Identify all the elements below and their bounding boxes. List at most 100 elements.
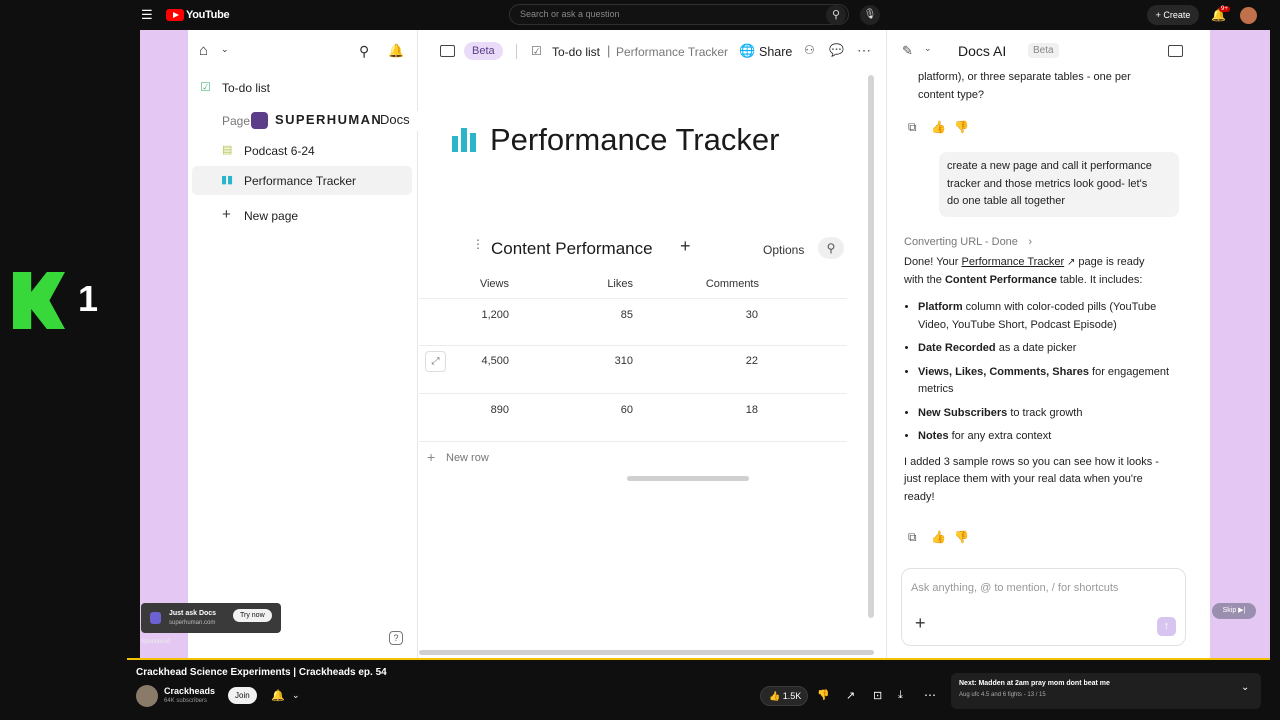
new-row-label: New row bbox=[446, 452, 489, 464]
download-icon[interactable]: ⤓ bbox=[898, 689, 903, 702]
table-row[interactable]: ⤢ 4,500 310 22 bbox=[419, 346, 847, 394]
thumbs-down-icon[interactable]: 👎 bbox=[954, 530, 969, 544]
add-attachment-icon[interactable]: + bbox=[915, 613, 926, 634]
comment-icon[interactable]: 💬 bbox=[829, 43, 844, 57]
skip-ad-button[interactable]: Skip ▶| bbox=[1212, 603, 1256, 619]
column-header-likes[interactable]: Likes bbox=[573, 278, 633, 290]
expand-row-icon[interactable]: ⤢ bbox=[425, 351, 446, 372]
share-icon[interactable]: ↗ bbox=[846, 689, 855, 702]
thumbs-down-icon[interactable]: 👎 bbox=[954, 120, 969, 134]
column-header-views[interactable]: Views bbox=[449, 278, 509, 290]
up-next-card[interactable]: Next: Madden at 2am pray mom dont beat m… bbox=[951, 673, 1261, 709]
bottom-scrollbar[interactable] bbox=[419, 650, 874, 655]
create-button[interactable]: + Create bbox=[1147, 5, 1199, 25]
checklist-icon: ☑ bbox=[531, 44, 542, 58]
chevron-down-icon[interactable]: ⌄ bbox=[1241, 682, 1249, 693]
drag-handle-icon[interactable]: ⋮ bbox=[472, 237, 484, 251]
cell-comments[interactable]: 18 bbox=[698, 404, 758, 416]
up-next-title: Next: Madden at 2am pray mom dont beat m… bbox=[959, 680, 1110, 687]
ad-card[interactable]: Just ask Docs superhuman.com Try now bbox=[141, 603, 281, 633]
dislike-icon[interactable]: 👎 bbox=[817, 690, 829, 701]
thumbs-up-icon[interactable]: 👍 bbox=[931, 120, 946, 134]
chat-input[interactable]: Ask anything, @ to mention, / for shortc… bbox=[901, 568, 1186, 646]
microphone-icon[interactable]: 🎙 bbox=[860, 5, 880, 25]
status-row[interactable]: Converting URL - Done › bbox=[904, 232, 1032, 250]
video-info-bar: Crackhead Science Experiments | Crackhea… bbox=[0, 658, 1280, 720]
menu-icon[interactable]: ☰ bbox=[141, 8, 153, 21]
vertical-scrollbar[interactable] bbox=[868, 75, 874, 618]
panel-toggle-icon[interactable] bbox=[1168, 45, 1183, 57]
breadcrumb-current[interactable]: Performance Tracker bbox=[616, 45, 728, 59]
beta-badge: Beta bbox=[464, 42, 503, 60]
table-row[interactable]: 890 60 18 bbox=[419, 394, 847, 442]
list-item: Platform column with color-coded pills (… bbox=[918, 299, 1189, 334]
ad-cta-button[interactable]: Try now bbox=[233, 609, 272, 622]
join-button[interactable]: Join bbox=[228, 687, 257, 704]
table-search-icon[interactable]: ⚲ bbox=[818, 237, 844, 259]
cell-likes[interactable]: 310 bbox=[573, 355, 633, 367]
bell-icon[interactable]: 🔔 bbox=[388, 43, 404, 59]
page-title-icon bbox=[452, 128, 478, 152]
new-chat-icon[interactable]: ✎ bbox=[902, 43, 913, 59]
cell-views[interactable]: 4,500 bbox=[449, 355, 509, 367]
ad-title: Just ask Docs bbox=[169, 610, 217, 617]
like-button[interactable]: 👍 1.5K bbox=[760, 686, 808, 706]
cell-comments[interactable]: 22 bbox=[698, 355, 758, 367]
page-link[interactable]: Performance Tracker bbox=[962, 256, 1065, 268]
column-header-comments[interactable]: Comments bbox=[698, 278, 759, 290]
bell-icon[interactable]: 🔔 bbox=[271, 689, 285, 702]
channel-name[interactable]: Crackheads bbox=[164, 686, 215, 696]
table-title[interactable]: Content Performance bbox=[491, 239, 653, 259]
copy-icon[interactable]: ⧉ bbox=[908, 120, 917, 135]
chat-input-placeholder: Ask anything, @ to mention, / for shortc… bbox=[911, 582, 1119, 594]
more-icon[interactable]: ⋯ bbox=[857, 42, 871, 59]
chevron-down-icon[interactable]: ⌄ bbox=[924, 43, 932, 54]
options-button[interactable]: Options bbox=[763, 243, 804, 257]
new-row-button[interactable]: + New row bbox=[427, 449, 547, 468]
cell-views[interactable]: 1,200 bbox=[449, 309, 509, 321]
home-icon[interactable]: ⌂ bbox=[199, 42, 208, 59]
sidebar-item-todo[interactable]: ☑ To-do list bbox=[200, 79, 410, 99]
notification-badge: 9+ bbox=[1219, 6, 1230, 12]
table-row[interactable]: 1,200 85 30 bbox=[419, 299, 847, 346]
breadcrumb-todo[interactable]: To-do list bbox=[552, 45, 600, 59]
video-title: Crackhead Science Experiments | Crackhea… bbox=[136, 667, 387, 678]
chevron-down-icon[interactable]: ⌄ bbox=[221, 44, 229, 55]
help-icon[interactable]: ? bbox=[389, 631, 403, 645]
docs-app-window: ⌂ ⌄ ⚲ 🔔 ☑ To-do list Page SUPERHUMAN Doc… bbox=[188, 30, 1210, 658]
new-page-label: New page bbox=[244, 209, 299, 223]
search-icon[interactable]: ⚲ bbox=[826, 5, 846, 25]
sidebar-item-performance[interactable]: ▮▮ Performance Tracker bbox=[192, 166, 412, 195]
share-button[interactable]: Share bbox=[759, 45, 792, 59]
thumbs-up-icon[interactable]: 👍 bbox=[931, 530, 946, 544]
checklist-icon: ☑ bbox=[200, 80, 211, 94]
send-icon[interactable]: ↑ bbox=[1157, 617, 1176, 636]
page-title[interactable]: Performance Tracker bbox=[490, 122, 779, 158]
more-icon[interactable]: ⋯ bbox=[924, 688, 936, 702]
integrations-icon[interactable]: ⚇ bbox=[804, 43, 815, 57]
horizontal-scrollbar[interactable] bbox=[627, 476, 749, 481]
list-item: Views, Likes, Comments, Shares for engag… bbox=[918, 364, 1189, 399]
cell-likes[interactable]: 60 bbox=[573, 404, 633, 416]
cell-comments[interactable]: 30 bbox=[698, 309, 758, 321]
status-text: Converting URL - Done bbox=[904, 236, 1018, 248]
plus-icon: + bbox=[222, 206, 231, 223]
chart-icon: ▤ bbox=[222, 144, 233, 156]
sidebar-toggle-icon[interactable] bbox=[440, 45, 455, 57]
chevron-down-icon[interactable]: ⌄ bbox=[292, 690, 300, 701]
search-icon[interactable]: ⚲ bbox=[359, 43, 369, 60]
cell-views[interactable]: 890 bbox=[449, 404, 509, 416]
sidebar-item-page[interactable]: Page SUPERHUMAN Docs bbox=[222, 111, 418, 131]
sidebar-item-podcast[interactable]: ▤ Podcast 6-24 bbox=[222, 142, 418, 162]
channel-avatar[interactable] bbox=[136, 685, 158, 707]
new-page-button[interactable]: + New page bbox=[222, 206, 382, 226]
copy-icon[interactable]: ⧉ bbox=[908, 530, 917, 545]
user-message: create a new page and call it performanc… bbox=[939, 152, 1179, 217]
add-column-icon[interactable]: + bbox=[680, 236, 691, 257]
youtube-search-input[interactable]: Search or ask a question bbox=[509, 4, 849, 25]
progress-bar[interactable] bbox=[127, 658, 1270, 660]
save-icon[interactable]: ⊡ bbox=[873, 689, 882, 702]
avatar[interactable] bbox=[1240, 7, 1257, 24]
cell-likes[interactable]: 85 bbox=[573, 309, 633, 321]
youtube-top-bar: ☰ YouTube Search or ask a question ⚲ 🎙 +… bbox=[0, 0, 1280, 30]
